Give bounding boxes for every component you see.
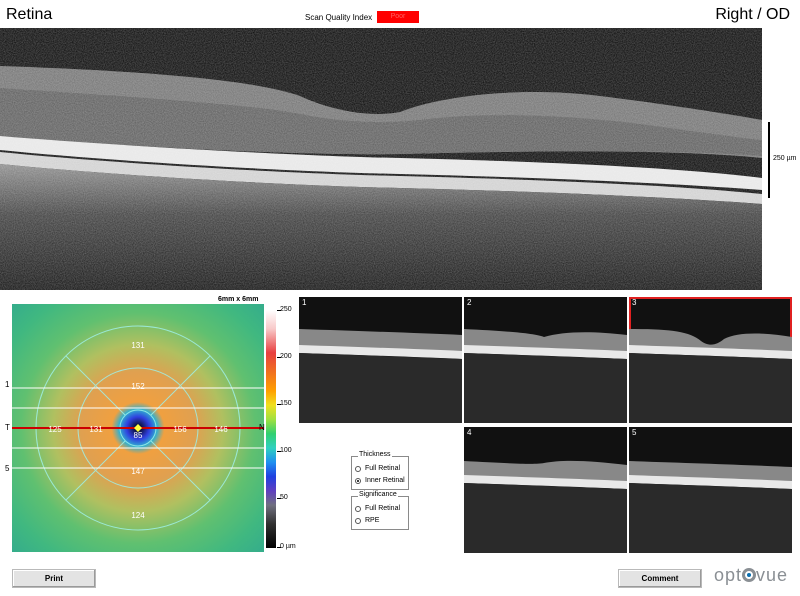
map-value-center: 85: [134, 431, 143, 440]
thickness-map[interactable]: 131 152 125 131 85 156 146 147 124: [12, 304, 264, 552]
scan-line-5-label: 5: [5, 464, 10, 473]
colorbar-tick: 0 µm: [280, 543, 296, 550]
oct-bscan-image: [0, 28, 762, 290]
thickness-full-retinal-radio[interactable]: Full Retinal: [355, 465, 400, 472]
map-value-nasal-inner: 156: [173, 425, 187, 434]
radio-button[interactable]: [355, 465, 361, 472]
significance-group-title: Significance: [358, 491, 398, 498]
radio-label: Inner Retinal: [365, 477, 405, 484]
eye-logo-icon: [742, 568, 757, 582]
thumbnail-number: 1: [302, 298, 307, 307]
temporal-label: T: [5, 423, 10, 432]
thumbnail-number: 2: [467, 298, 472, 307]
scan-quality-label: Scan Quality Index: [305, 13, 373, 22]
thickness-group-title: Thickness: [358, 451, 392, 458]
thickness-colorbar: [266, 310, 276, 548]
radio-label: Full Retinal: [365, 505, 401, 512]
comment-button[interactable]: Comment: [618, 569, 702, 588]
thumbnail-number: 5: [632, 428, 637, 437]
map-value-temporal-outer: 125: [48, 425, 62, 434]
bscan-thumbnail-2[interactable]: 2: [464, 297, 627, 423]
bscan-thumbnail-3[interactable]: 3: [629, 297, 792, 423]
radio-button[interactable]: [355, 505, 361, 512]
eye-side-label: Right / OD: [715, 6, 790, 23]
bscan-thumbnail-1[interactable]: 1: [299, 297, 462, 423]
scale-bar: [768, 122, 770, 198]
map-value-inferior-outer: 124: [131, 511, 145, 520]
map-value-superior-inner: 152: [131, 382, 145, 391]
bscan-thumbnail-5[interactable]: 5: [629, 427, 792, 553]
map-value-temporal-inner: 131: [89, 425, 103, 434]
map-value-nasal-outer: 146: [214, 425, 228, 434]
significance-group: Significance Full Retinal RPE: [351, 491, 409, 530]
thickness-group: Thickness Full Retinal Inner Retinal: [351, 451, 409, 490]
map-value-superior-outer: 131: [131, 341, 145, 350]
bscan-thumbnail-4[interactable]: 4: [464, 427, 627, 553]
radio-label: Full Retinal: [365, 465, 401, 472]
colorbar-tick: 200: [280, 353, 292, 360]
significance-rpe-radio[interactable]: RPE: [355, 517, 379, 524]
radio-button[interactable]: [355, 477, 361, 484]
optovue-logo: opt vue: [714, 565, 789, 585]
colorbar-tick: 100: [280, 447, 292, 454]
thumbnail-number: 3: [632, 298, 637, 307]
nasal-label: N: [259, 423, 265, 432]
radio-label: RPE: [365, 517, 380, 524]
colorbar-tick: 250: [280, 306, 292, 313]
significance-full-retinal-radio[interactable]: Full Retinal: [355, 505, 400, 512]
page-title: Retina: [6, 6, 53, 23]
scale-bar-label: 250 µm: [773, 155, 797, 162]
thumbnail-number: 4: [467, 428, 472, 437]
radio-button[interactable]: [355, 517, 361, 524]
map-size-label: 6mm x 6mm: [218, 296, 259, 303]
print-button[interactable]: Print: [12, 569, 96, 588]
colorbar-tick: 150: [280, 400, 292, 407]
map-value-inferior-inner: 147: [131, 467, 145, 476]
thickness-inner-retinal-radio[interactable]: Inner Retinal: [355, 477, 405, 484]
scan-quality-badge: Poor: [377, 11, 419, 23]
scan-line-1-label: 1: [5, 380, 10, 389]
colorbar-tick: 50: [280, 494, 288, 501]
